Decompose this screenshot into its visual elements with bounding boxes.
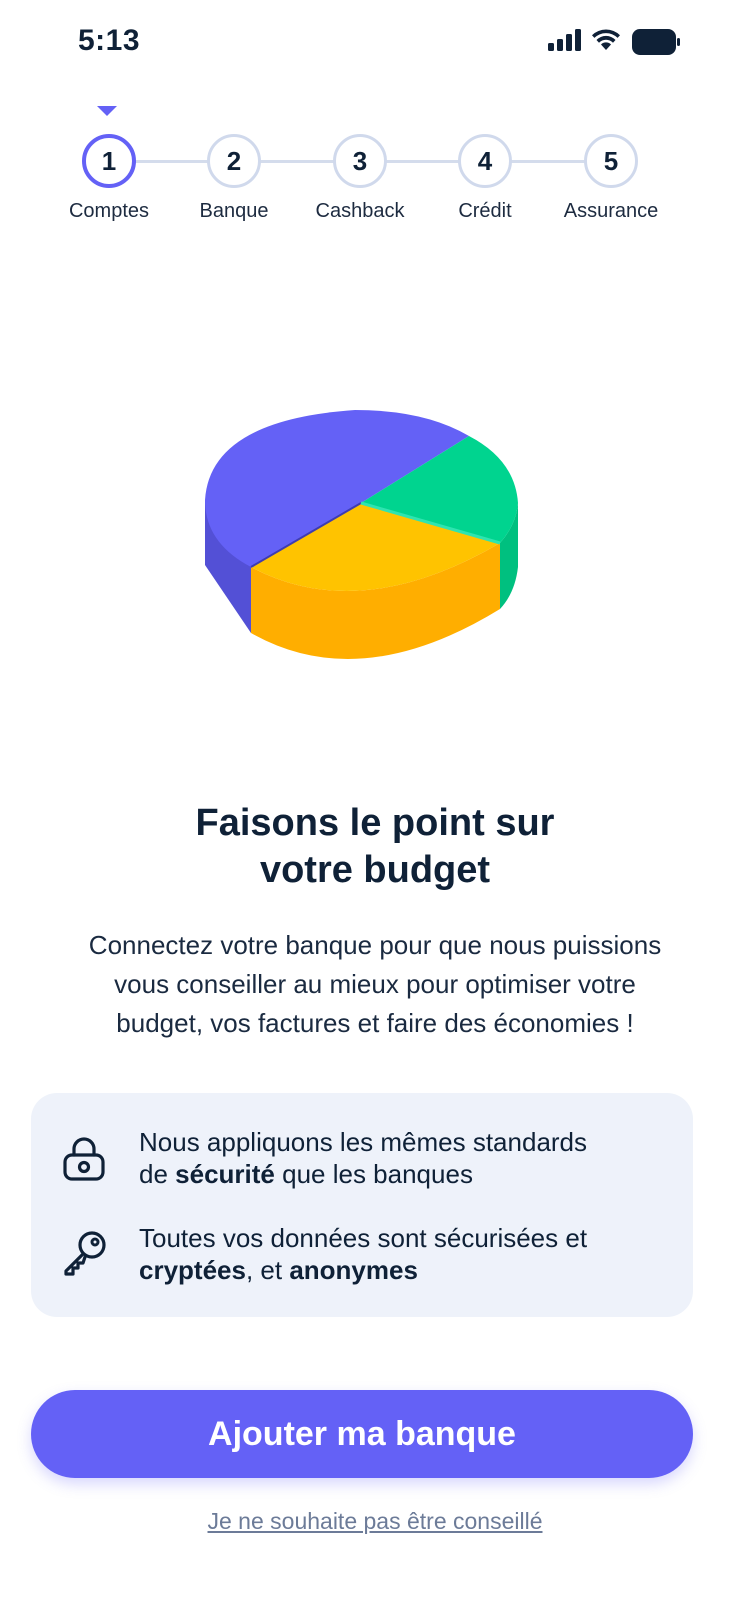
security-bold: sécurité: [175, 1159, 275, 1189]
title-line: Faisons le point sur: [195, 802, 555, 844]
security-line1: Nous appliquons les mêmes standards: [139, 1127, 588, 1157]
step-number: 3: [333, 134, 387, 188]
skip-advice-link[interactable]: Je ne souhaite pas être conseillé: [0, 1508, 750, 1535]
step-credit[interactable]: 4 Crédit: [425, 134, 545, 223]
description-line: Connectez votre banque pour que nous pui…: [88, 930, 662, 960]
step-cashback[interactable]: 3 Cashback: [300, 134, 420, 223]
title-line: votre budget: [259, 849, 491, 891]
key-icon: [64, 1231, 106, 1276]
privacy-bold2: anonymes: [289, 1255, 418, 1285]
privacy-line1: Toutes vos données sont sécurisées et: [139, 1223, 588, 1253]
privacy-bold1: cryptées: [139, 1255, 246, 1285]
step-label: Cashback: [315, 200, 405, 222]
privacy-info-text: Toutes vos données sont sécurisées et cr…: [139, 1222, 669, 1286]
battery-icon: [632, 29, 680, 55]
security-suffix: que les banques: [274, 1159, 473, 1189]
step-number: 4: [458, 134, 512, 188]
security-prefix: de: [139, 1159, 176, 1189]
description-line: budget, vos factures et faire des économ…: [116, 1008, 634, 1038]
privacy-line2: cryptées, et anonymes: [139, 1254, 669, 1286]
step-number: 5: [584, 134, 638, 188]
lock-icon: [63, 1137, 105, 1181]
step-label: Comptes: [68, 200, 150, 222]
status-bar: 5:13: [0, 0, 750, 90]
step-number: 2: [207, 134, 261, 188]
security-info-card: Nous appliquons les mêmes standards de s…: [31, 1093, 693, 1317]
add-bank-button[interactable]: Ajouter ma banque: [31, 1390, 693, 1478]
page-description: Connectez votre banque pour que nous pui…: [30, 926, 720, 1043]
step-comptes[interactable]: 1 Comptes: [49, 134, 169, 223]
step-number: 1: [82, 134, 136, 188]
step-label: Banque: [199, 200, 269, 222]
cellular-signal-icon: [548, 29, 581, 51]
wifi-icon: [592, 29, 620, 50]
step-assurance[interactable]: 5 Assurance: [551, 134, 671, 223]
page-title: Faisons le point sur votre budget: [0, 800, 750, 894]
description-line: vous conseiller au mieux pour optimiser …: [114, 969, 636, 999]
security-info-text: Nous appliquons les mêmes standards de s…: [139, 1126, 669, 1190]
privacy-middle: , et: [245, 1255, 290, 1285]
progress-stepper: 1 Comptes 2 Banque 3 Cashback 4 Crédit 5…: [0, 100, 750, 240]
step-label: Crédit: [458, 200, 512, 222]
current-step-indicator-icon: [97, 106, 117, 116]
step-banque[interactable]: 2 Banque: [174, 134, 294, 223]
pie-chart-3d-icon: [205, 410, 518, 659]
step-label: Assurance: [563, 200, 659, 222]
status-time: 5:13: [78, 24, 141, 57]
security-line2: de sécurité que les banques: [139, 1158, 669, 1190]
